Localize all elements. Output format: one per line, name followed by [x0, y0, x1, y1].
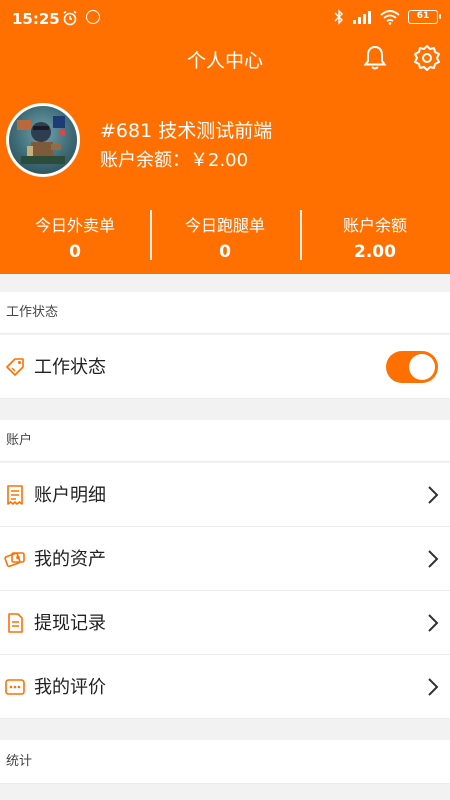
receipt-icon — [7, 485, 23, 505]
work-status-row[interactable]: 工作状态 — [0, 335, 450, 399]
chevron-right-icon — [428, 678, 439, 696]
stat-value: 0 — [69, 242, 81, 262]
avatar[interactable] — [6, 103, 80, 177]
stat-value: 0 — [219, 242, 231, 262]
stat-label: 今日外卖单 — [34, 216, 115, 235]
stat-label: 账户余额 — [342, 216, 407, 235]
my-assets-row[interactable]: 我的资产 — [0, 527, 450, 591]
gear-icon[interactable] — [412, 43, 442, 73]
stat-takeout-orders[interactable]: 今日外卖单 0 — [0, 206, 150, 262]
withdraw-records-label: 提现记录 — [34, 613, 106, 634]
stats-bar: 今日外卖单 0 今日跑腿单 0 账户余额 2.00 — [0, 206, 450, 262]
status-bar: 15:25 61 — [0, 0, 450, 36]
section-title-stats: 统计 — [0, 740, 450, 784]
stat-account-balance[interactable]: 账户余额 2.00 — [300, 206, 450, 262]
bell-icon[interactable] — [360, 43, 390, 73]
chevron-right-icon — [428, 614, 439, 632]
tag-icon — [6, 358, 24, 376]
section-title-work: 工作状态 — [0, 292, 450, 334]
my-reviews-row[interactable]: 我的评价 — [0, 655, 450, 719]
stat-label: 今日跑腿单 — [184, 216, 265, 235]
avatar-image — [17, 116, 65, 164]
my-reviews-label: 我的评价 — [34, 677, 106, 698]
withdraw-records-row[interactable]: 提现记录 — [0, 591, 450, 655]
account-detail-label: 账户明细 — [34, 485, 106, 506]
comment-icon — [5, 679, 25, 695]
bluetooth-icon — [334, 9, 343, 25]
profile-header: 15:25 61 个人中心 #681 技术测试前端 账户余额：￥2.00 今日外… — [0, 0, 450, 274]
asset-icon — [4, 552, 25, 568]
status-time: 15:25 — [12, 10, 60, 28]
signal-icon — [353, 11, 371, 24]
battery-level: 61 — [416, 11, 430, 21]
chevron-right-icon — [428, 550, 439, 568]
work-status-toggle[interactable] — [386, 351, 438, 383]
section-title-account: 账户 — [0, 420, 450, 462]
stat-value: 2.00 — [354, 242, 396, 262]
notification-icon — [86, 10, 100, 24]
toggle-knob — [409, 354, 435, 380]
store-name: #681 技术测试前端 — [100, 120, 273, 142]
alarm-icon — [63, 10, 77, 26]
chevron-right-icon — [428, 486, 439, 504]
document-icon — [8, 613, 23, 633]
wifi-icon — [380, 10, 400, 25]
my-assets-label: 我的资产 — [34, 549, 106, 570]
stat-errand-orders[interactable]: 今日跑腿单 0 — [150, 206, 300, 262]
battery-icon: 61 — [408, 10, 441, 24]
account-detail-row[interactable]: 账户明细 — [0, 463, 450, 527]
title-bar: 个人中心 — [0, 40, 450, 76]
work-status-label: 工作状态 — [34, 357, 106, 378]
balance-text: 账户余额：￥2.00 — [100, 150, 249, 171]
